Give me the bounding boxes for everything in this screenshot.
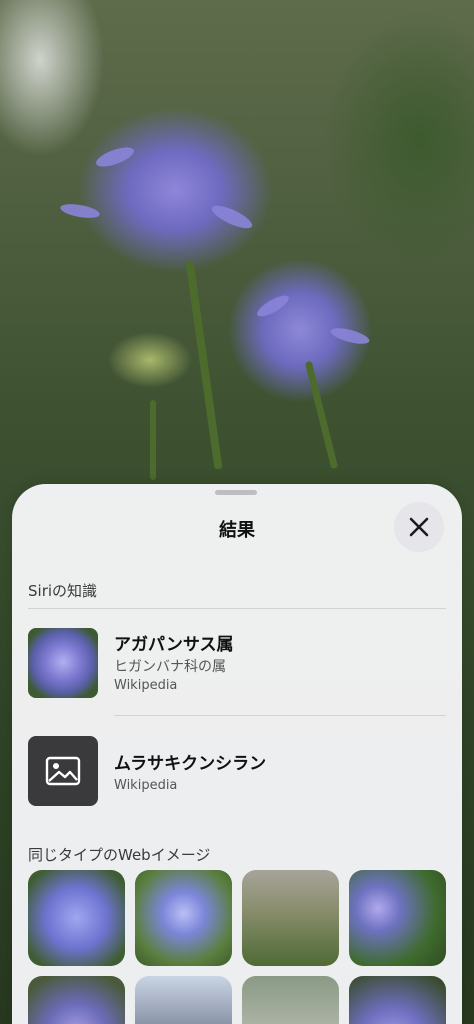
row-divider xyxy=(114,715,446,716)
image-placeholder-icon xyxy=(45,756,81,786)
result-subtitle: ヒガンバナ科の属 xyxy=(114,659,226,675)
similar-image-tile[interactable] xyxy=(135,870,232,966)
similar-image-tile[interactable] xyxy=(28,870,125,966)
close-icon xyxy=(409,517,429,537)
result-title: ムラサキクンシラン xyxy=(114,754,267,774)
flower-stem xyxy=(304,360,339,470)
close-button[interactable] xyxy=(394,502,444,552)
flower-stem xyxy=(185,260,223,470)
result-item-agapanthus[interactable]: アガパンサス属 ヒガンバナ科の属 Wikipedia xyxy=(28,628,446,700)
petal xyxy=(329,325,371,347)
petal xyxy=(209,201,255,233)
flower-stem xyxy=(150,400,156,480)
result-thumbnail xyxy=(28,628,98,698)
petal xyxy=(93,143,137,171)
section-divider xyxy=(28,608,446,609)
results-sheet: 結果 Siriの知識 アガパンサス属 ヒガンバナ科の属 Wikipedia ムラ… xyxy=(12,484,462,1024)
similar-image-tile[interactable] xyxy=(349,870,446,966)
petal xyxy=(59,201,101,221)
similar-image-tile[interactable] xyxy=(28,976,125,1024)
similar-image-tile[interactable] xyxy=(242,870,339,966)
result-source: Wikipedia xyxy=(114,678,178,693)
similar-image-tile[interactable] xyxy=(349,976,446,1024)
similar-image-tile[interactable] xyxy=(242,976,339,1024)
result-item-murasakikunshiran[interactable]: ムラサキクンシラン Wikipedia xyxy=(28,736,446,808)
result-thumbnail xyxy=(28,736,98,806)
result-title: アガパンサス属 xyxy=(114,635,234,655)
siri-knowledge-label: Siriの知識 xyxy=(28,582,98,600)
similar-web-images-label: 同じタイプのWebイメージ xyxy=(28,846,211,864)
petal xyxy=(254,291,292,321)
sheet-grabber[interactable] xyxy=(215,490,257,495)
result-source: Wikipedia xyxy=(114,778,178,793)
similar-image-tile[interactable] xyxy=(135,976,232,1024)
